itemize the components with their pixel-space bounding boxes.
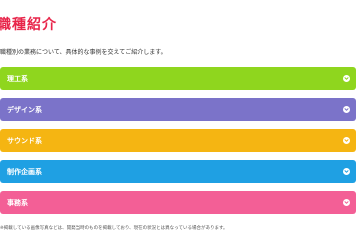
- category-administration[interactable]: 事務系: [0, 191, 356, 214]
- category-production-planning[interactable]: 制作企画系: [0, 160, 356, 183]
- category-label: サウンド系: [7, 136, 42, 145]
- category-list: 理工系 デザイン系 サウンド系 制作企画系 事務系: [0, 67, 356, 222]
- category-design[interactable]: デザイン系: [0, 98, 356, 121]
- chevron-down-icon: [343, 75, 350, 82]
- disclaimer-note: ※掲載している画像写真などは、開発当時のものを掲載しており、現在の状況とは異なっ…: [0, 226, 228, 231]
- page-title: 職種紹介: [0, 17, 57, 33]
- category-science-engineering[interactable]: 理工系: [0, 67, 356, 90]
- chevron-down-icon: [343, 168, 350, 175]
- category-sound[interactable]: サウンド系: [0, 129, 356, 152]
- page: 職種紹介 職種別の業務について、具体的な事例を交えてご紹介します。 理工系 デザ…: [0, 0, 360, 240]
- category-label: 理工系: [7, 74, 28, 83]
- category-label: デザイン系: [7, 105, 42, 114]
- intro-text: 職種別の業務について、具体的な事例を交えてご紹介します。: [0, 49, 167, 56]
- chevron-down-icon: [343, 199, 350, 206]
- category-label: 制作企画系: [7, 167, 42, 176]
- chevron-down-icon: [343, 106, 350, 113]
- category-label: 事務系: [7, 198, 28, 207]
- chevron-down-icon: [343, 137, 350, 144]
